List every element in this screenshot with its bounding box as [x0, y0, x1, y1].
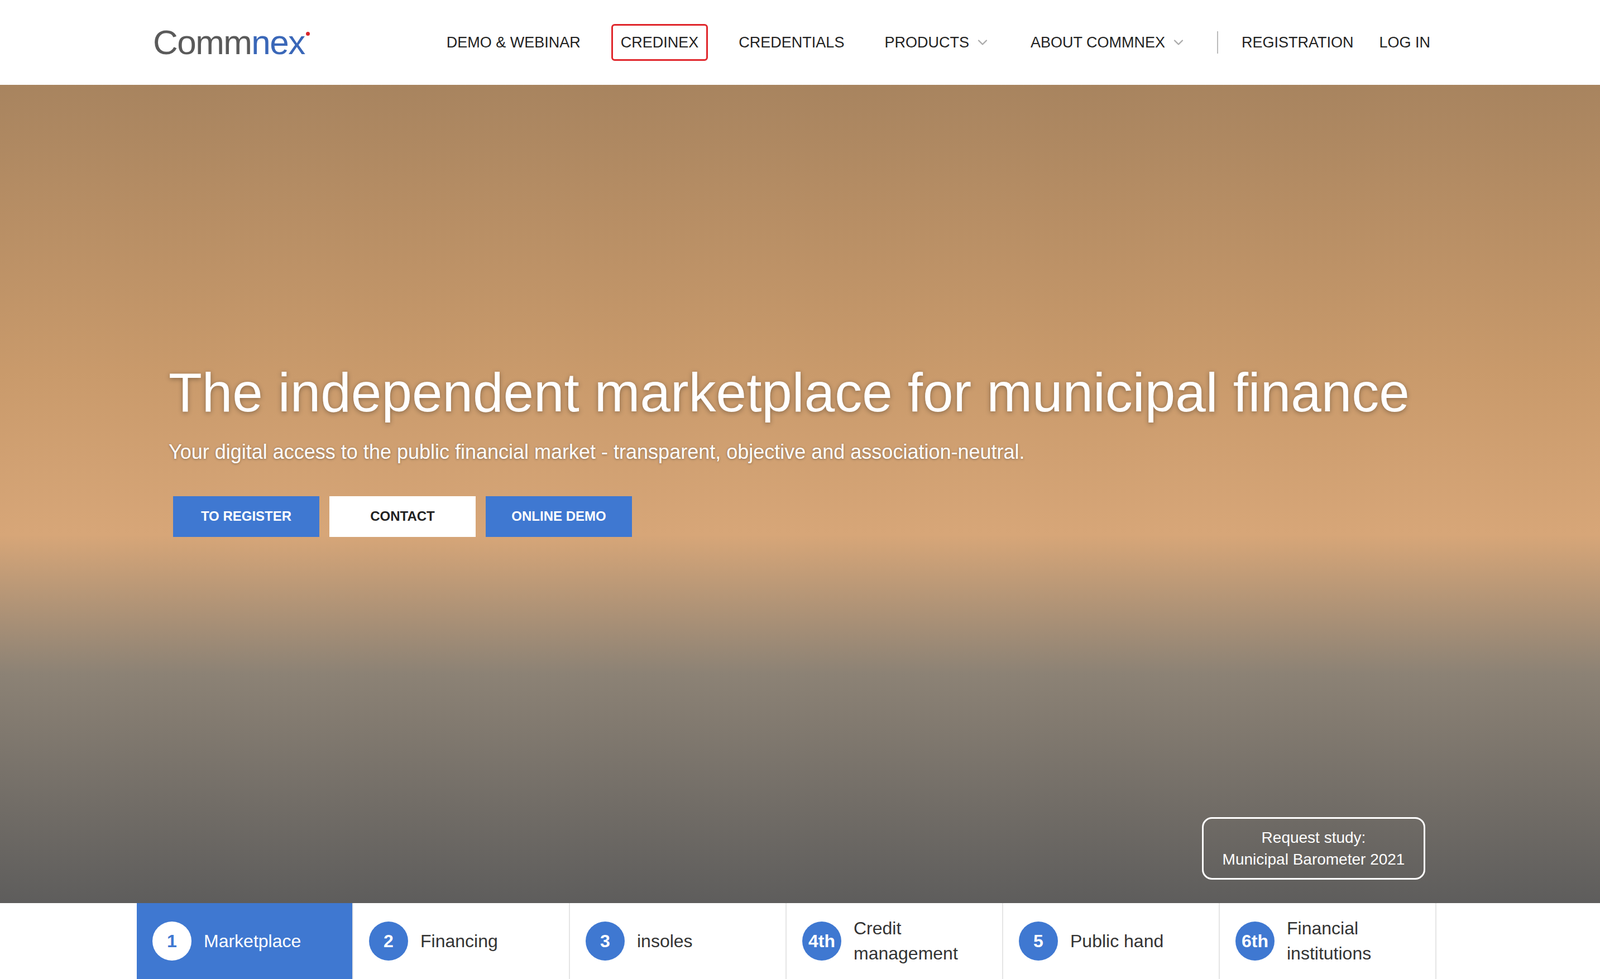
- logo-dark: Comm: [152, 25, 252, 60]
- tab-number: 3: [585, 921, 625, 961]
- nav-item[interactable]: PRODUCTS: [874, 24, 1000, 62]
- feature-tab[interactable]: 6th Financial institutions: [1219, 903, 1437, 979]
- tab-label: Credit management: [853, 916, 994, 967]
- page: Commnex DEMO & WEBINAR CREDINEX CREDENTIALS…: [0, 0, 1600, 979]
- logo[interactable]: Commnex: [152, 25, 310, 60]
- account-link[interactable]: LOG IN: [1376, 31, 1433, 55]
- hero-button[interactable]: ONLINE DEMO: [485, 496, 632, 538]
- nav-item[interactable]: CREDENTIALS: [729, 24, 854, 62]
- study-button[interactable]: Request study:Municipal Barometer 2021: [1201, 817, 1426, 880]
- hero-title: The independent marketplace for municipa…: [168, 363, 1453, 422]
- logo-accent: nex: [251, 25, 305, 60]
- tab-label: Financial institutions: [1286, 916, 1427, 967]
- hero: The independent marketplace for municipa…: [0, 84, 1600, 904]
- logo-dot-icon: [305, 31, 310, 36]
- hero-button[interactable]: CONTACT: [329, 496, 476, 538]
- account-link[interactable]: REGISTRATION: [1239, 31, 1357, 55]
- chevron-down-icon: [974, 34, 991, 51]
- tab-number: 5: [1018, 921, 1058, 961]
- tab-number: 6th: [1235, 921, 1275, 961]
- tab-number: 1: [152, 921, 192, 961]
- chevron-down-icon: [1170, 34, 1187, 51]
- hero-button[interactable]: TO REGISTER: [173, 496, 320, 538]
- nav-item[interactable]: CREDINEX: [611, 24, 709, 62]
- feature-tab[interactable]: 5 Public hand: [1003, 903, 1220, 979]
- nav-item[interactable]: DEMO & WEBINAR: [437, 24, 591, 62]
- tab-label: insoles: [636, 928, 693, 955]
- nav-item[interactable]: ABOUT COMMNEX: [1021, 24, 1196, 62]
- header: Commnex DEMO & WEBINAR CREDINEX CREDENTIALS…: [0, 0, 1600, 85]
- nav-separator: [1217, 31, 1219, 54]
- feature-tab[interactable]: 3 insoles: [569, 903, 787, 979]
- main-nav: DEMO & WEBINAR CREDINEX CREDENTIALS PRODUCT…: [437, 24, 1433, 62]
- feature-tab[interactable]: 1 Marketplace: [136, 903, 354, 979]
- tab-label: Public hand: [1070, 928, 1164, 955]
- hero-buttons: TO REGISTERCONTACTONLINE DEMO: [173, 496, 1600, 538]
- hero-subtitle: Your digital access to the public financ…: [168, 437, 1600, 468]
- tab-number: 4th: [802, 921, 842, 961]
- tab-label: Marketplace: [203, 928, 301, 955]
- tab-label: Financing: [420, 928, 498, 955]
- tab-number: 2: [369, 921, 409, 961]
- feature-tab[interactable]: 4th Credit management: [786, 903, 1004, 979]
- tab-strip: 1 Marketplace 2 Financing 3 insoles 4th Credit …: [0, 903, 1600, 979]
- feature-tab[interactable]: 2 Financing: [353, 903, 570, 979]
